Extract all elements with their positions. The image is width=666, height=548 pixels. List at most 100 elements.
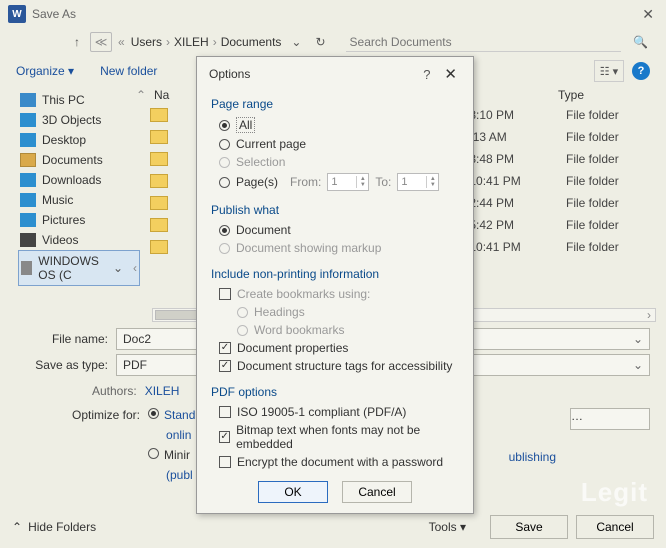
desktop-icon: [20, 133, 36, 147]
type-cell: File folder: [566, 196, 666, 210]
new-folder-button[interactable]: New folder: [100, 64, 157, 78]
radio-document[interactable]: Document: [211, 221, 459, 239]
check-bookmarks: Create bookmarks using:: [211, 285, 459, 303]
sidebar-item-documents[interactable]: Documents: [18, 150, 140, 170]
from-label: From:: [290, 175, 321, 189]
cancel-button[interactable]: Cancel: [576, 515, 654, 539]
download-icon: [20, 173, 36, 187]
chevron-down-icon[interactable]: ⌄: [633, 358, 643, 372]
video-icon: [20, 233, 36, 247]
tools-button[interactable]: Tools ▾: [429, 520, 466, 534]
dialog-ok-button[interactable]: OK: [258, 481, 328, 503]
pc-icon: [20, 93, 36, 107]
chevron-right-icon: ›: [213, 35, 217, 49]
crumb-xileh[interactable]: XILEH: [174, 35, 209, 49]
type-cell: File folder: [566, 130, 666, 144]
savetype-label: Save as type:: [16, 358, 116, 372]
radio-pages[interactable]: Page(s) From: ▲▼ To: ▲▼: [211, 171, 459, 193]
authors-label: Authors:: [92, 384, 137, 398]
sidebar-item-windows-drive[interactable]: WINDOWS OS (C⌄‹: [18, 250, 140, 286]
from-spinner[interactable]: ▲▼: [327, 173, 369, 191]
options-dialog: Options ? ✕ Page range All Current page …: [196, 56, 474, 514]
crumb-documents[interactable]: Documents: [221, 35, 282, 49]
column-type[interactable]: Type: [558, 88, 658, 102]
optimize-standard-radio[interactable]: Stand: [148, 408, 195, 422]
optimize-minimum-radio[interactable]: Minir: [148, 448, 195, 462]
to-spinner[interactable]: ▲▼: [397, 173, 439, 191]
crumb-users[interactable]: Users: [131, 35, 162, 49]
close-icon[interactable]: ✕: [638, 6, 658, 23]
radio-headings: Headings: [211, 303, 459, 321]
picture-icon: [20, 213, 36, 227]
section-include: Include non-printing information: [211, 267, 459, 281]
sidebar-item-pictures[interactable]: Pictures: [18, 210, 140, 230]
radio-selection: Selection: [211, 153, 459, 171]
folder-icon: [150, 196, 168, 210]
check-doc-properties[interactable]: Document properties: [211, 339, 459, 357]
folder-icon: [150, 240, 168, 254]
check-iso[interactable]: ISO 19005-1 compliant (PDF/A): [211, 403, 459, 421]
disk-icon[interactable]: ≪: [90, 32, 112, 52]
section-publish-what: Publish what: [211, 203, 459, 217]
optimize-minimum-sub: (publ: [166, 468, 195, 482]
filename-label: File name:: [16, 332, 116, 346]
chevron-down-icon[interactable]: ⌄: [633, 332, 643, 346]
publishing-link-fragment[interactable]: ublishing: [509, 450, 556, 464]
word-icon: W: [8, 5, 26, 23]
dialog-cancel-button[interactable]: Cancel: [342, 481, 412, 503]
chevron-up-icon[interactable]: ⌃: [136, 88, 146, 102]
sidebar-this-pc[interactable]: This PC: [18, 90, 140, 110]
dialog-help-icon[interactable]: ?: [413, 67, 440, 82]
bottom-bar: ⌃Hide Folders Tools ▾ Save Cancel: [0, 512, 666, 542]
radio-current-page[interactable]: Current page: [211, 135, 459, 153]
folder-icon: [150, 174, 168, 188]
type-cell: File folder: [566, 240, 666, 254]
type-cell: File folder: [566, 152, 666, 166]
check-bitmap-text[interactable]: Bitmap text when fonts may not be embedd…: [211, 421, 459, 453]
sidebar-item-3d-objects[interactable]: 3D Objects: [18, 110, 140, 130]
to-label: To:: [375, 175, 391, 189]
type-cell: File folder: [566, 174, 666, 188]
chevron-down-icon[interactable]: ⌄: [287, 35, 305, 49]
refresh-icon[interactable]: ↻: [311, 35, 329, 49]
type-cell: File folder: [566, 108, 666, 122]
chevron-left-icon[interactable]: ‹: [129, 261, 137, 275]
document-icon: [20, 153, 36, 167]
type-cell: File folder: [566, 218, 666, 232]
folder-icon: [150, 152, 168, 166]
sidebar-item-videos[interactable]: Videos: [18, 230, 140, 250]
authors-value[interactable]: XILEH: [145, 384, 180, 398]
organize-button[interactable]: Organize ▾: [16, 64, 74, 78]
options-button[interactable]: …: [570, 408, 650, 430]
music-icon: [20, 193, 36, 207]
radio-document-markup: Document showing markup: [211, 239, 459, 257]
scroll-right-icon[interactable]: ›: [642, 309, 656, 321]
sidebar-item-downloads[interactable]: Downloads: [18, 170, 140, 190]
cube-icon: [20, 113, 36, 127]
search-icon[interactable]: 🔍: [627, 35, 654, 49]
optimize-label: Optimize for:: [72, 408, 140, 422]
search-input[interactable]: [346, 33, 622, 52]
sidebar: ⌃ This PC 3D Objects Desktop Documents D…: [0, 86, 148, 316]
window-title: Save As: [32, 7, 638, 21]
dialog-close-icon[interactable]: ✕: [440, 65, 461, 83]
folder-icon: [150, 130, 168, 144]
optimize-standard-sub: onlin: [166, 428, 195, 442]
check-encrypt[interactable]: Encrypt the document with a password: [211, 453, 459, 471]
check-structure-tags[interactable]: Document structure tags for accessibilit…: [211, 357, 459, 375]
sidebar-item-desktop[interactable]: Desktop: [18, 130, 140, 150]
drive-icon: [21, 261, 32, 275]
section-pdf-options: PDF options: [211, 385, 459, 399]
sidebar-item-music[interactable]: Music: [18, 190, 140, 210]
address-bar: ↑ ≪ « Users › XILEH › Documents ⌄ ↻ 🔍: [0, 28, 666, 56]
view-button[interactable]: ☷ ▾: [594, 60, 624, 82]
save-button[interactable]: Save: [490, 515, 568, 539]
breadcrumb[interactable]: Users › XILEH › Documents: [131, 35, 282, 49]
radio-all[interactable]: All: [211, 115, 459, 135]
radio-word-bookmarks: Word bookmarks: [211, 321, 459, 339]
hide-folders-toggle[interactable]: ⌃Hide Folders: [12, 520, 96, 534]
up-icon[interactable]: ↑: [70, 35, 84, 49]
help-icon[interactable]: ?: [632, 62, 650, 80]
title-bar: W Save As ✕: [0, 0, 666, 28]
section-page-range: Page range: [211, 97, 459, 111]
